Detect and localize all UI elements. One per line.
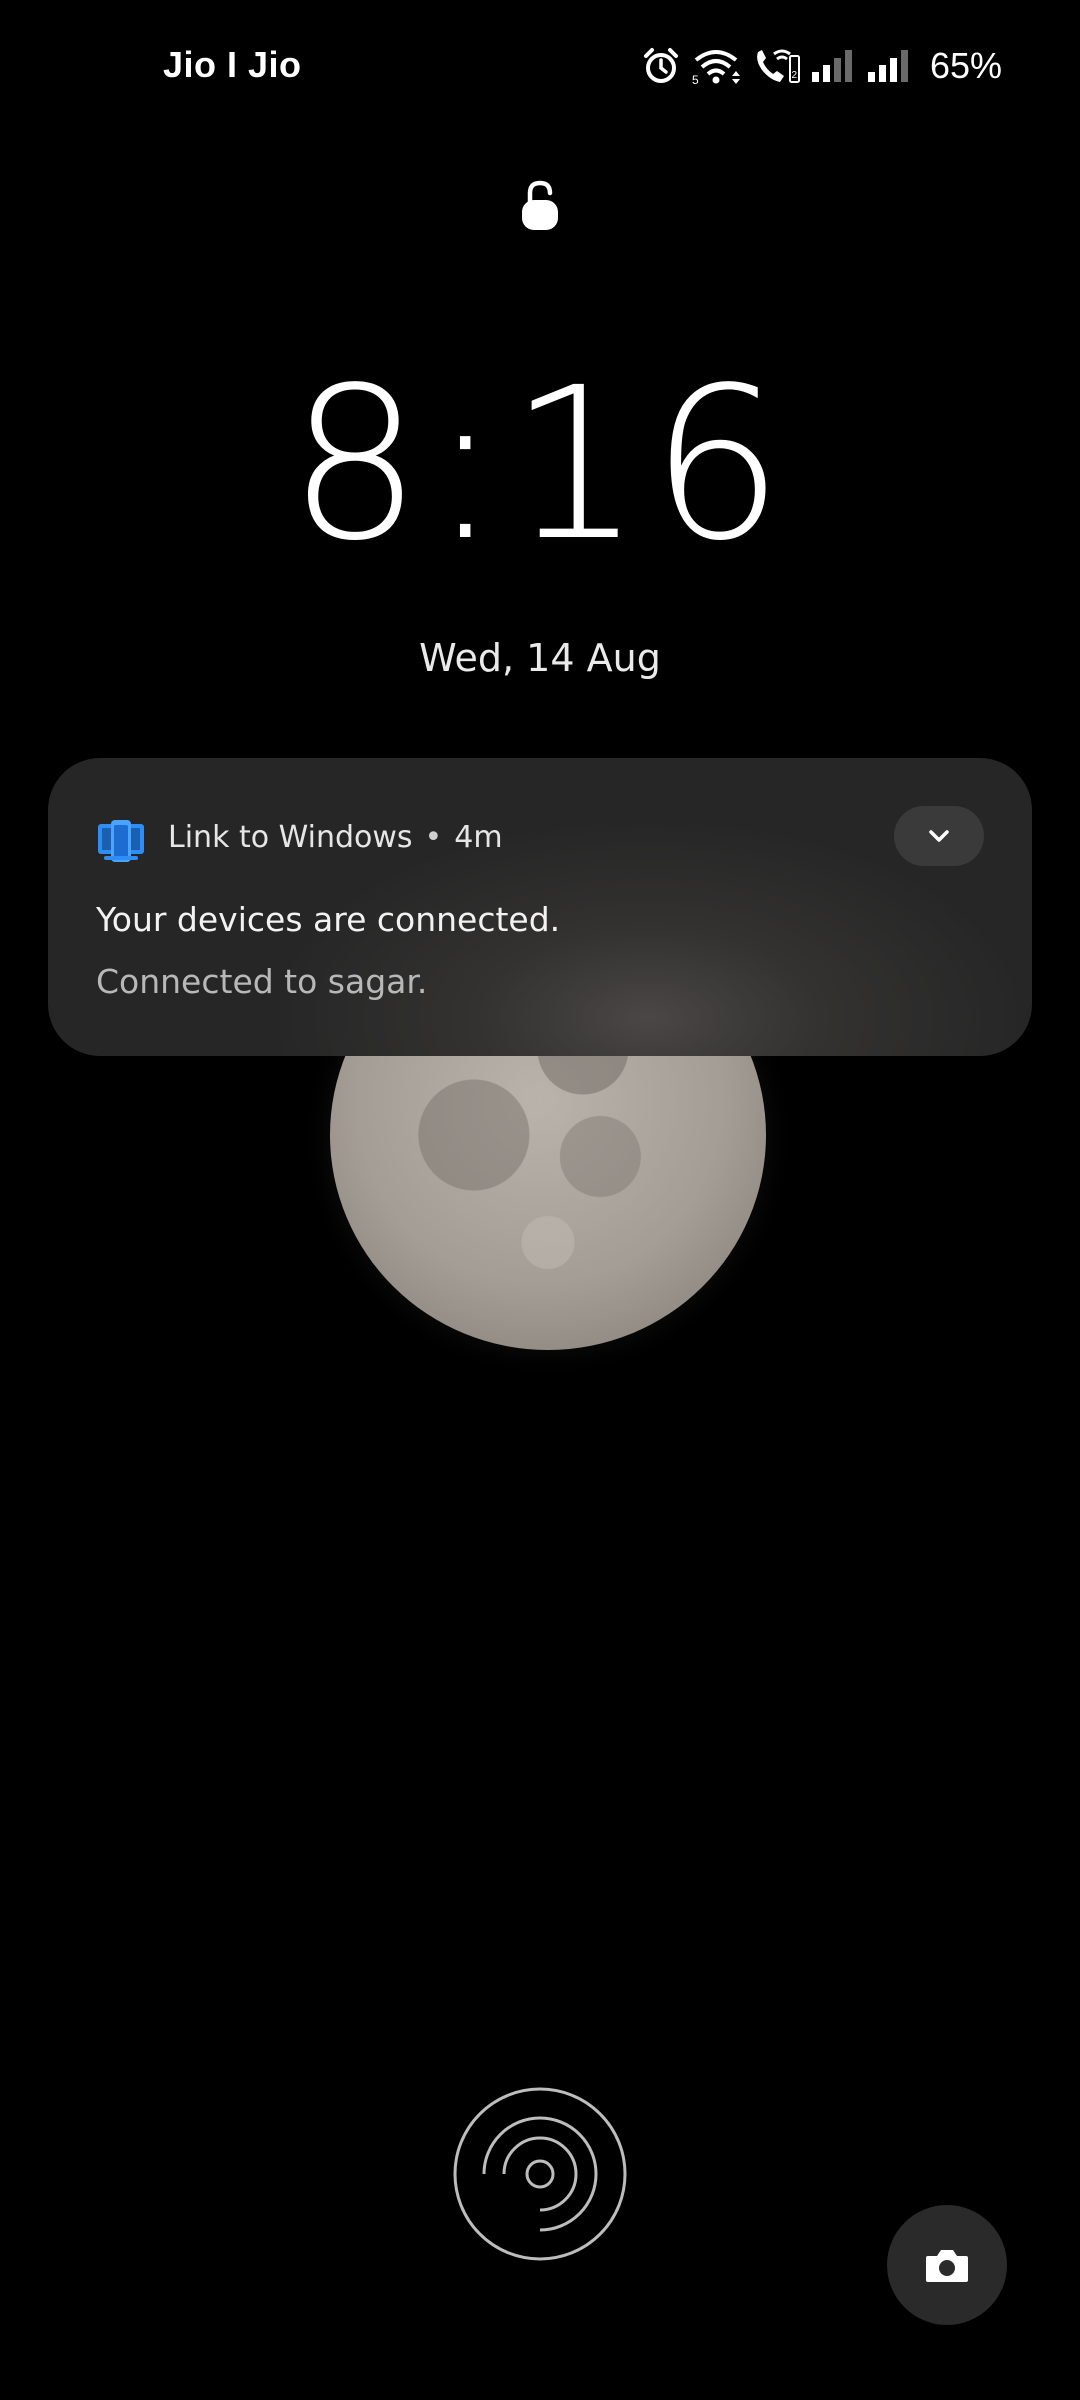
notification-age: 4m [454, 820, 503, 855]
lockscreen-date: Wed, 14 Aug [419, 636, 661, 680]
alarm-icon [643, 48, 678, 83]
link-to-windows-icon [98, 820, 144, 862]
wifi-icon: 5 [692, 50, 740, 86]
notification-expand-button[interactable] [894, 806, 984, 866]
notification-app-name: Link to Windows [168, 820, 413, 855]
notification-card[interactable]: Link to Windows • 4m Your devices are conn… [48, 758, 1032, 1056]
signal-sim1-icon [811, 50, 852, 82]
status-icons: 5 2 65% [642, 40, 1002, 92]
svg-text:5: 5 [692, 73, 699, 86]
wifi-calling-icon: 2 [757, 49, 800, 83]
lock-icon[interactable] [520, 180, 560, 232]
notification-separator: • [424, 820, 443, 855]
svg-text:2: 2 [791, 70, 797, 81]
fingerprint-icon[interactable] [452, 2086, 628, 2262]
notification-title: Your devices are connected. [96, 900, 561, 939]
status-bar: Jio I Jio 5 2 65% [0, 36, 1080, 96]
lockscreen-clock: 8:16 [288, 342, 792, 587]
notification-body: Connected to sagar. [96, 962, 428, 1001]
chevron-down-icon [929, 830, 949, 842]
battery-percentage: 65% [929, 45, 1002, 86]
signal-sim2-icon [867, 50, 908, 82]
carrier-name: Jio I Jio [163, 44, 302, 85]
camera-shortcut-button[interactable] [887, 2205, 1007, 2325]
notification-header: Link to Windows • 4m [168, 820, 503, 855]
camera-icon [926, 2250, 968, 2282]
